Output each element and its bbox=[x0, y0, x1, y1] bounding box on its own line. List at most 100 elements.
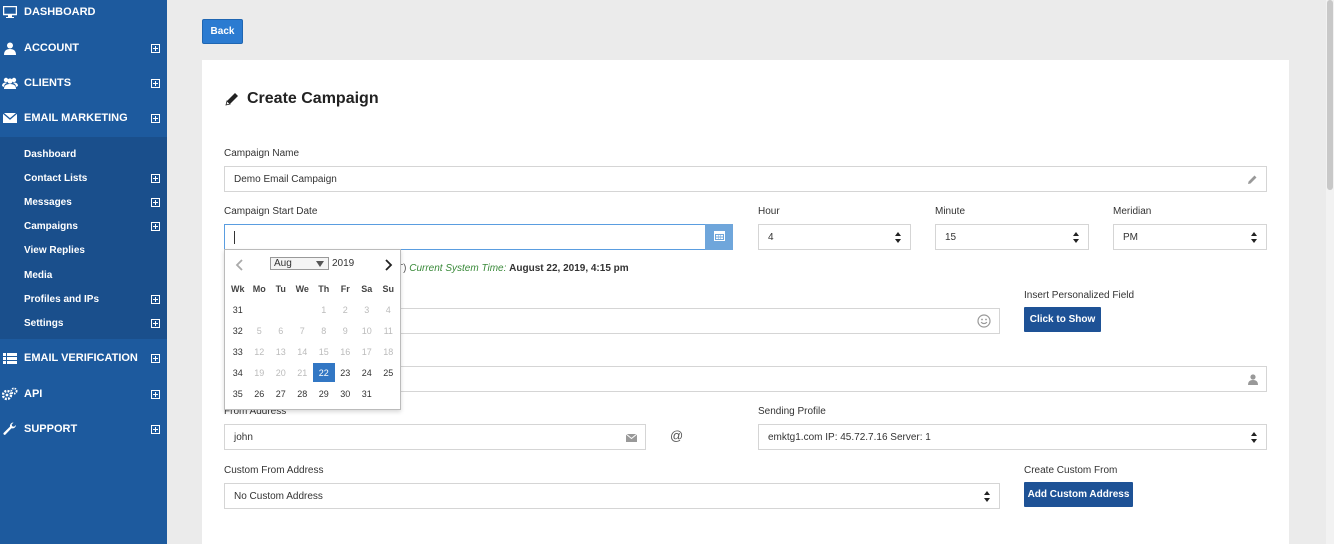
calendar-day[interactable]: 31 bbox=[356, 384, 378, 403]
submenu-item-dashboard[interactable]: Dashboard bbox=[0, 142, 167, 166]
sidebar-item-email-marketing[interactable]: EMAIL MARKETING bbox=[0, 101, 167, 135]
sidebar: DASHBOARD ACCOUNT CLIENTS EMAIL MARKETIN… bbox=[0, 0, 167, 544]
from-address-value: john bbox=[234, 431, 253, 443]
calendar-day[interactable]: 5 bbox=[249, 321, 271, 340]
expand-icon[interactable] bbox=[151, 389, 160, 399]
week-number: 33 bbox=[232, 346, 243, 357]
expand-icon[interactable] bbox=[151, 78, 160, 88]
calendar-day[interactable]: 2 bbox=[335, 300, 357, 319]
select-arrows-icon bbox=[1251, 432, 1257, 443]
calendar-day[interactable]: 24 bbox=[356, 363, 378, 382]
calendar-day[interactable]: 19 bbox=[249, 363, 271, 382]
weekday-header: Fr bbox=[340, 283, 350, 294]
calendar-day[interactable]: 28 bbox=[292, 384, 314, 403]
click-to-show-button[interactable]: Click to Show bbox=[1024, 307, 1101, 332]
campaign-name-input[interactable]: Demo Email Campaign bbox=[224, 166, 1267, 192]
users-icon bbox=[2, 75, 18, 91]
calendar-button[interactable] bbox=[705, 224, 733, 250]
sidebar-item-label: DASHBOARD bbox=[24, 6, 96, 18]
expand-icon[interactable] bbox=[151, 173, 160, 183]
sending-profile-value: emktg1.com IP: 45.72.7.16 Server: 1 bbox=[768, 431, 931, 443]
expand-icon[interactable] bbox=[151, 424, 160, 434]
chevron-down-icon bbox=[316, 261, 324, 267]
back-button[interactable]: Back bbox=[202, 19, 243, 44]
calendar-empty-cell bbox=[270, 300, 292, 319]
custom-from-select[interactable]: No Custom Address bbox=[224, 483, 1000, 509]
calendar-day[interactable]: 27 bbox=[270, 384, 292, 403]
page-title: Create Campaign bbox=[224, 90, 379, 108]
calendar-day[interactable]: 23 bbox=[335, 363, 357, 382]
calendar-day[interactable]: 16 bbox=[335, 342, 357, 361]
wrench-icon bbox=[2, 421, 18, 437]
expand-icon[interactable] bbox=[151, 221, 160, 231]
calendar-day-selected[interactable]: 22 bbox=[313, 363, 335, 382]
calendar-day[interactable]: 12 bbox=[249, 342, 271, 361]
from-address-input[interactable]: john bbox=[224, 424, 646, 450]
add-custom-address-button[interactable]: Add Custom Address bbox=[1024, 482, 1133, 507]
expand-icon[interactable] bbox=[151, 353, 160, 363]
sidebar-item-label: ACCOUNT bbox=[24, 42, 79, 54]
calendar-day[interactable]: 25 bbox=[378, 363, 400, 382]
smiley-icon[interactable] bbox=[977, 314, 991, 328]
calendar-day[interactable]: 15 bbox=[313, 342, 335, 361]
expand-icon[interactable] bbox=[151, 113, 160, 123]
chevron-right-icon[interactable] bbox=[383, 258, 393, 271]
weekday-header: Su bbox=[382, 283, 394, 294]
minute-select[interactable]: 15 bbox=[935, 224, 1089, 250]
calendar-day[interactable]: 8 bbox=[313, 321, 335, 340]
calendar-day[interactable]: 18 bbox=[378, 342, 400, 361]
calendar-day[interactable]: 29 bbox=[313, 384, 335, 403]
expand-icon[interactable] bbox=[151, 197, 160, 207]
calendar-day[interactable]: 7 bbox=[292, 321, 314, 340]
month-select[interactable]: Aug bbox=[270, 257, 329, 270]
calendar-day[interactable]: 3 bbox=[356, 300, 378, 319]
chevron-left-icon[interactable] bbox=[235, 258, 245, 271]
submenu-item-label: Dashboard bbox=[24, 148, 77, 160]
page-scrollbar[interactable] bbox=[1326, 0, 1334, 544]
calendar-day[interactable]: 14 bbox=[292, 342, 314, 361]
submenu-item-label: Settings bbox=[24, 317, 64, 329]
at-sign: @ bbox=[670, 428, 684, 443]
sidebar-item-dashboard[interactable]: DASHBOARD bbox=[0, 0, 167, 29]
submenu-item-messages[interactable]: Messages bbox=[0, 190, 167, 214]
weekday-header: Mo bbox=[252, 283, 266, 294]
sidebar-item-clients[interactable]: CLIENTS bbox=[0, 66, 167, 100]
weekday-header: Wk bbox=[231, 283, 245, 294]
submenu-item-campaigns[interactable]: Campaigns bbox=[0, 214, 167, 238]
expand-icon[interactable] bbox=[151, 318, 160, 328]
hour-select[interactable]: 4 bbox=[758, 224, 911, 250]
start-date-input[interactable] bbox=[224, 224, 733, 250]
calendar-day[interactable]: 21 bbox=[292, 363, 314, 382]
meridian-select[interactable]: PM bbox=[1113, 224, 1267, 250]
sidebar-item-email-verification[interactable]: EMAIL VERIFICATION bbox=[0, 341, 167, 375]
calendar-day[interactable]: 11 bbox=[378, 321, 400, 340]
submenu-item-media[interactable]: Media bbox=[0, 263, 167, 287]
submenu-item-view-replies[interactable]: View Replies bbox=[0, 238, 167, 262]
list-icon bbox=[2, 350, 18, 366]
submenu-item-contact-lists[interactable]: Contact Lists bbox=[0, 166, 167, 190]
user-icon bbox=[2, 40, 18, 56]
sending-profile-select[interactable]: emktg1.com IP: 45.72.7.16 Server: 1 bbox=[758, 424, 1267, 450]
sidebar-item-api[interactable]: API bbox=[0, 377, 167, 411]
sidebar-item-support[interactable]: SUPPORT bbox=[0, 412, 167, 446]
submenu-item-profiles-and-ips[interactable]: Profiles and IPs bbox=[0, 287, 167, 311]
expand-icon[interactable] bbox=[151, 43, 160, 53]
scrollbar-thumb[interactable] bbox=[1327, 0, 1333, 190]
calendar-day[interactable]: 17 bbox=[356, 342, 378, 361]
calendar-day[interactable]: 26 bbox=[249, 384, 271, 403]
calendar-day[interactable]: 10 bbox=[356, 321, 378, 340]
calendar-day[interactable]: 9 bbox=[335, 321, 357, 340]
calendar-day[interactable]: 4 bbox=[378, 300, 400, 319]
expand-icon[interactable] bbox=[151, 294, 160, 304]
submenu-item-label: Contact Lists bbox=[24, 172, 88, 184]
pencil-icon bbox=[224, 91, 240, 107]
calendar-day[interactable]: 13 bbox=[270, 342, 292, 361]
submenu-item-settings[interactable]: Settings bbox=[0, 311, 167, 335]
campaign-name-value: Demo Email Campaign bbox=[234, 173, 337, 185]
create-custom-label: Create Custom From bbox=[1024, 465, 1118, 476]
calendar-day[interactable]: 6 bbox=[270, 321, 292, 340]
calendar-day[interactable]: 1 bbox=[313, 300, 335, 319]
calendar-day[interactable]: 30 bbox=[335, 384, 357, 403]
sidebar-item-account[interactable]: ACCOUNT bbox=[0, 31, 167, 65]
calendar-day[interactable]: 20 bbox=[270, 363, 292, 382]
